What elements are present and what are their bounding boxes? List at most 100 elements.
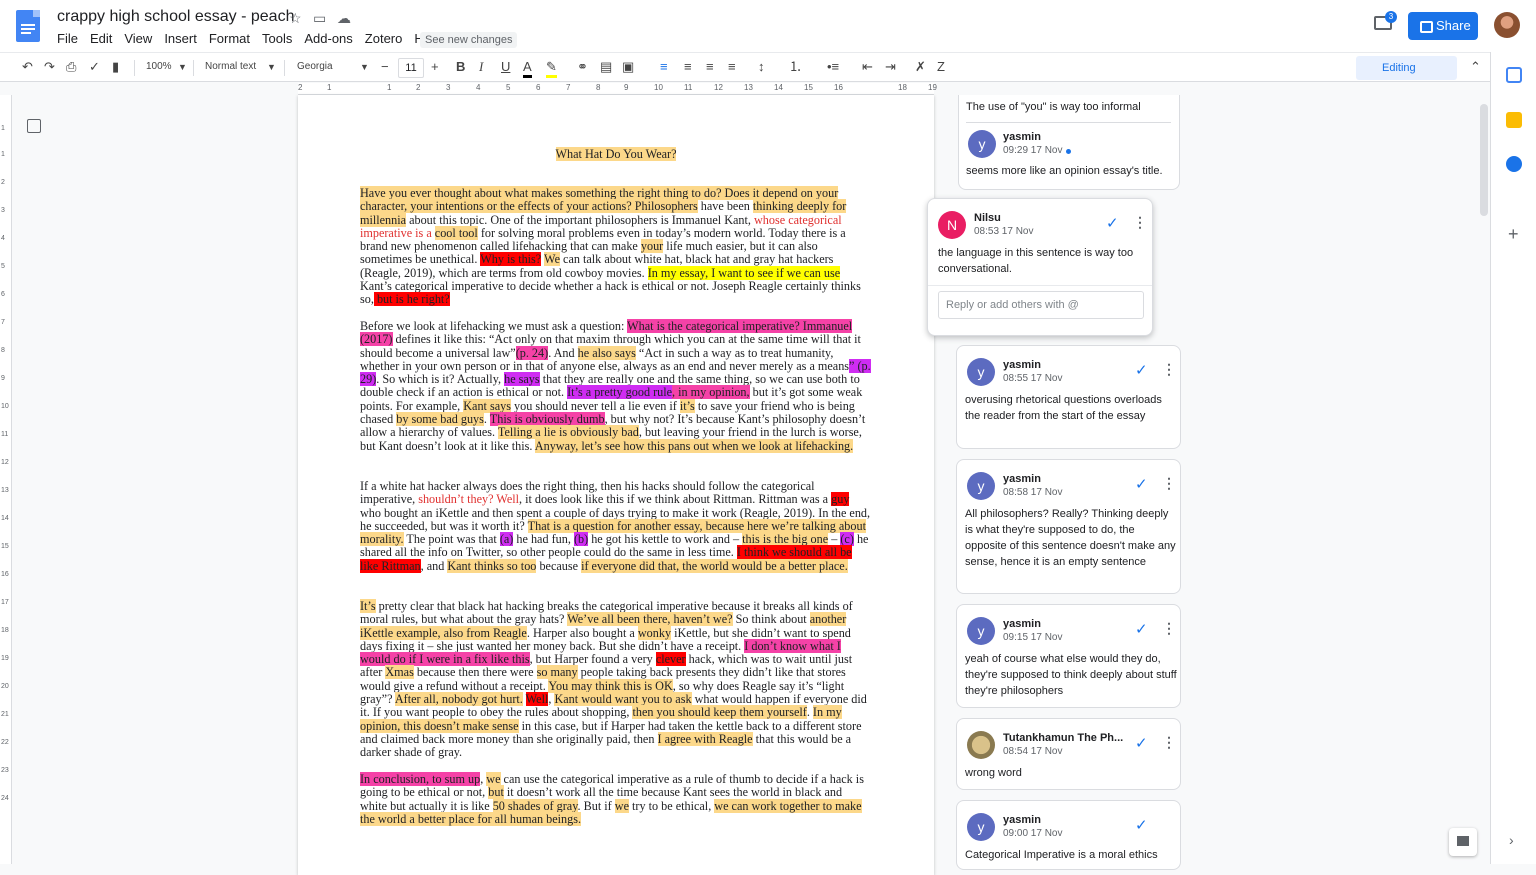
zoom-select[interactable]: 100% bbox=[146, 59, 172, 75]
comment-time: 08:55 17 Nov bbox=[1003, 373, 1063, 384]
horizontal-ruler[interactable]: 2 1 1 2 3 4 5 6 7 8 9 10 11 12 13 14 15 … bbox=[298, 83, 937, 95]
more-options-icon[interactable]: ⋮ bbox=[1133, 214, 1147, 231]
menu-format[interactable]: Format bbox=[209, 31, 250, 46]
comment-card[interactable]: y yasmin 08:58 17 Nov ✓ ⋮ All philosophe… bbox=[956, 459, 1181, 594]
menu-addons[interactable]: Add-ons bbox=[304, 31, 352, 46]
text-run: about this topic. One of the important p… bbox=[406, 212, 754, 227]
justify-icon[interactable]: ≡ bbox=[728, 59, 736, 75]
clear-formatting-icon[interactable]: ✗ bbox=[915, 59, 926, 75]
resolve-check-icon[interactable]: ✓ bbox=[1135, 816, 1148, 834]
highlight-color-icon[interactable]: ✎ bbox=[546, 59, 557, 78]
increase-indent-icon[interactable]: ⇥ bbox=[885, 59, 896, 75]
text-color-icon[interactable]: A bbox=[523, 59, 532, 78]
star-icon[interactable]: ☆ bbox=[289, 10, 302, 27]
align-left-icon[interactable]: ≡ bbox=[660, 59, 668, 75]
highlighted-text: Xmas bbox=[385, 665, 414, 680]
highlighted-text: he says bbox=[504, 372, 540, 387]
text-run: try to be ethical, bbox=[629, 798, 715, 813]
chevron-right-icon[interactable]: › bbox=[1509, 832, 1514, 848]
italic-icon[interactable]: I bbox=[479, 59, 483, 75]
align-right-icon[interactable]: ≡ bbox=[706, 59, 714, 75]
comment-card[interactable]: The use of "you" is way too informal y y… bbox=[958, 95, 1180, 190]
comment-body: overusing rhetorical questions overloads… bbox=[965, 394, 1162, 422]
highlighted-text: he also says bbox=[577, 345, 636, 360]
more-options-icon[interactable]: ⋮ bbox=[1162, 361, 1176, 378]
comment-body: seems more like an opinion essay's title… bbox=[966, 165, 1163, 177]
calendar-icon[interactable] bbox=[1506, 67, 1522, 83]
style-select[interactable]: Normal text bbox=[205, 59, 256, 75]
bulleted-list-icon[interactable]: •≡ bbox=[827, 59, 839, 75]
line-spacing-icon[interactable]: ↕ bbox=[758, 59, 765, 75]
share-button[interactable]: Share bbox=[1408, 12, 1478, 40]
redo-icon[interactable]: ↷ bbox=[44, 59, 55, 75]
decrease-indent-icon[interactable]: ⇤ bbox=[862, 59, 873, 75]
collapse-menus-icon[interactable]: ⌃ bbox=[1470, 59, 1481, 75]
font-select[interactable]: Georgia bbox=[297, 59, 333, 75]
add-addon-icon[interactable]: + bbox=[1508, 224, 1519, 245]
document-page[interactable]: What Hat Do You Wear? Have you ever thou… bbox=[298, 95, 934, 875]
document-title[interactable]: crappy high school essay - peach bbox=[57, 8, 294, 26]
vertical-ruler[interactable]: 1 1 2 3 4 5 6 7 8 9 10 11 12 13 14 15 16… bbox=[0, 95, 12, 864]
text-run: Before we look at lifehacking we must as… bbox=[360, 319, 628, 333]
move-folder-icon[interactable]: ▭ bbox=[313, 10, 326, 27]
resolve-check-icon[interactable]: ✓ bbox=[1135, 734, 1148, 752]
more-options-icon[interactable]: ⋮ bbox=[1162, 620, 1176, 637]
comment-card[interactable]: y yasmin 08:55 17 Nov ✓ ⋮ overusing rhet… bbox=[956, 345, 1181, 449]
more-options-icon[interactable]: ⋮ bbox=[1162, 734, 1176, 751]
highlighted-text: It’s a pretty good rule bbox=[567, 385, 673, 400]
comment-card[interactable]: y yasmin 09:00 17 Nov ✓ Categorical Impe… bbox=[956, 800, 1181, 870]
paint-format-icon[interactable]: ▮ bbox=[112, 59, 119, 75]
see-new-changes-button[interactable]: See new changes bbox=[420, 32, 518, 48]
active-comment-card[interactable]: N Nilsu 08:53 17 Nov ✓ ⋮ the language in… bbox=[927, 198, 1153, 336]
add-comment-icon[interactable]: ▤ bbox=[600, 59, 612, 75]
editing-mode-select[interactable]: Editing bbox=[1356, 56, 1457, 80]
spellcheck-icon[interactable]: ✓ bbox=[89, 59, 100, 75]
resolve-check-icon[interactable]: ✓ bbox=[1106, 214, 1119, 232]
bold-icon[interactable]: B bbox=[456, 59, 465, 75]
link-icon[interactable]: ⚭ bbox=[577, 59, 588, 75]
underline-icon[interactable]: U bbox=[501, 59, 510, 75]
increase-font-size-icon[interactable]: + bbox=[431, 59, 439, 75]
menu-file[interactable]: File bbox=[57, 31, 78, 46]
comment-time: 09:29 17 Nov bbox=[1003, 145, 1063, 156]
menu-zotero[interactable]: Zotero bbox=[365, 31, 403, 46]
reply-input[interactable]: Reply or add others with @ bbox=[938, 291, 1144, 319]
document-outline-icon[interactable] bbox=[27, 119, 41, 133]
text-run: . bbox=[806, 705, 813, 720]
text-run: So think about bbox=[732, 612, 810, 627]
avatar: y bbox=[967, 813, 995, 841]
highlighted-text: We bbox=[544, 252, 560, 267]
menu-tools[interactable]: Tools bbox=[262, 31, 292, 46]
numbered-list-icon[interactable]: ⒈ bbox=[789, 59, 802, 75]
strikethrough-icon[interactable]: Z bbox=[937, 59, 945, 75]
docs-logo-icon[interactable] bbox=[16, 10, 40, 42]
explore-button[interactable] bbox=[1449, 828, 1477, 856]
align-center-icon[interactable]: ≡ bbox=[684, 59, 692, 75]
print-icon[interactable]: ⎙ bbox=[66, 59, 76, 75]
account-avatar[interactable] bbox=[1494, 12, 1520, 38]
resolve-check-icon[interactable]: ✓ bbox=[1135, 620, 1148, 638]
undo-icon[interactable]: ↶ bbox=[22, 59, 33, 75]
text-run: . bbox=[483, 412, 490, 427]
comment-card[interactable]: y yasmin 09:15 17 Nov ✓ ⋮ yeah of course… bbox=[956, 604, 1181, 708]
highlighted-text: Kant would want you to ask bbox=[554, 692, 692, 707]
highlighted-text: if everyone did that, the world would be… bbox=[581, 558, 848, 573]
menu-view[interactable]: View bbox=[124, 31, 152, 46]
side-panel: + › bbox=[1490, 52, 1536, 864]
decrease-font-size-icon[interactable]: − bbox=[381, 59, 389, 75]
tasks-icon[interactable] bbox=[1506, 156, 1522, 172]
resolve-check-icon[interactable]: ✓ bbox=[1135, 475, 1148, 493]
menu-edit[interactable]: Edit bbox=[90, 31, 112, 46]
avatar bbox=[967, 731, 995, 759]
scrollbar[interactable] bbox=[1480, 104, 1488, 216]
avatar: N bbox=[938, 211, 966, 239]
comment-card[interactable]: Tutankhamun The Ph... 08:54 17 Nov ✓ ⋮ w… bbox=[956, 718, 1181, 790]
resolve-check-icon[interactable]: ✓ bbox=[1135, 361, 1148, 379]
font-size-input[interactable]: 11 bbox=[398, 58, 424, 78]
highlighted-text: but bbox=[488, 785, 504, 800]
more-options-icon[interactable]: ⋮ bbox=[1162, 475, 1176, 492]
insert-image-icon[interactable]: ▣ bbox=[622, 59, 634, 75]
menu-insert[interactable]: Insert bbox=[164, 31, 197, 46]
comment-time: 08:58 17 Nov bbox=[1003, 487, 1063, 498]
keep-icon[interactable] bbox=[1506, 112, 1522, 128]
